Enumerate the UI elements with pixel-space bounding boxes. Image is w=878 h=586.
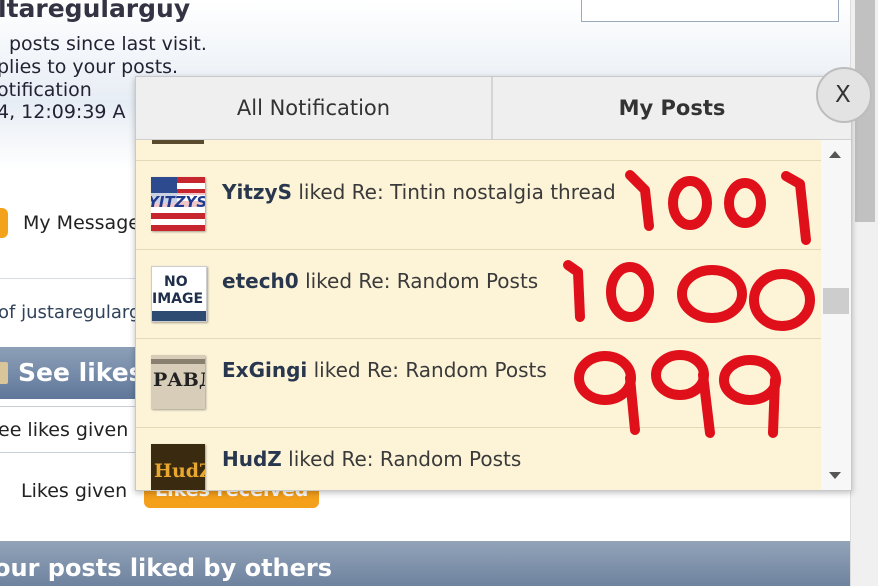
see-likes-given-label: ee likes given [0,419,129,441]
my-messages-link[interactable]: My Message [23,212,140,234]
scroll-up-icon[interactable] [829,151,841,158]
list-item[interactable]: YITZYS YitzyS liked Re: Tintin nostalgia… [136,161,821,250]
avatar-text: YITZYS [151,193,205,211]
avatar[interactable]: YITZYS [151,177,205,231]
avatar-text: РАВД [153,369,205,391]
popup-scrollbar[interactable] [821,140,851,490]
avatar[interactable]: HudZ [151,444,205,490]
notification-text: HudZ liked Re: Random Posts [222,447,521,471]
see-likes-given-box[interactable]: ee likes given [0,406,140,453]
notification-action[interactable]: liked Re: Random Posts [314,358,547,382]
close-icon: X [835,82,851,108]
notification-action[interactable]: liked Re: Random Posts [288,447,521,471]
section-subtitle: of justaregularg [0,302,141,323]
close-button[interactable]: X [816,67,872,123]
notification-text: ExGingi liked Re: Random Posts [222,358,547,382]
posts-liked-header: our posts liked by others [0,541,850,586]
list-item[interactable]: HudZ HudZ liked Re: Random Posts [136,428,821,490]
posts-since-visit-text: posts since last visit. [9,33,207,55]
avatar[interactable]: РАВД [151,355,205,409]
posts-liked-title: our posts liked by others [0,554,333,582]
see-likes-header: See likes [0,347,144,399]
see-likes-title: See likes [18,358,144,387]
replies-text: plies to your posts. [0,56,179,78]
avatar-text: HudZ [154,460,205,482]
user-link[interactable]: YitzyS [222,180,292,204]
popup-tabs: All Notification My Posts [136,77,851,140]
profile-username[interactable]: ltaregularguy [0,0,190,23]
thumb-icon [0,362,8,384]
tab-all-notification[interactable]: All Notification [136,77,493,139]
likes-given-tab[interactable]: Likes given [21,480,127,502]
avatar [152,140,204,144]
avatar-text: IMAGE [152,291,204,307]
notification-action[interactable]: liked Re: Random Posts [305,269,538,293]
avatar-stripe [151,359,205,364]
divider [0,278,140,279]
user-link[interactable]: ExGingi [222,358,307,382]
notification-text: YitzyS liked Re: Tintin nostalgia thread [222,180,616,204]
list-item[interactable]: NO IMAGE etech0 liked Re: Random Posts [136,250,821,339]
timestamp-text: 4, 12:09:39 A [0,101,126,123]
notification-text: etech0 liked Re: Random Posts [222,269,538,293]
user-link[interactable]: etech0 [222,269,299,293]
message-badge [0,208,8,238]
notifications-popup: All Notification My Posts YITZYS YitzyS … [135,76,852,491]
notification-text: otification [0,79,92,101]
avatar-stripe [152,311,206,321]
user-link[interactable]: HudZ [222,447,282,471]
popup-scrollbar-thumb[interactable] [823,288,849,314]
avatar-text: NO [164,274,188,290]
notification-list[interactable]: YITZYS YitzyS liked Re: Tintin nostalgia… [136,140,821,490]
notification-action[interactable]: liked Re: Tintin nostalgia thread [298,180,615,204]
avatar[interactable]: NO IMAGE [151,266,207,322]
search-input[interactable] [581,0,839,22]
list-item[interactable] [136,140,821,161]
tab-my-posts[interactable]: My Posts [493,77,851,139]
scroll-down-icon[interactable] [829,472,841,479]
list-item[interactable]: РАВД ExGingi liked Re: Random Posts [136,339,821,428]
